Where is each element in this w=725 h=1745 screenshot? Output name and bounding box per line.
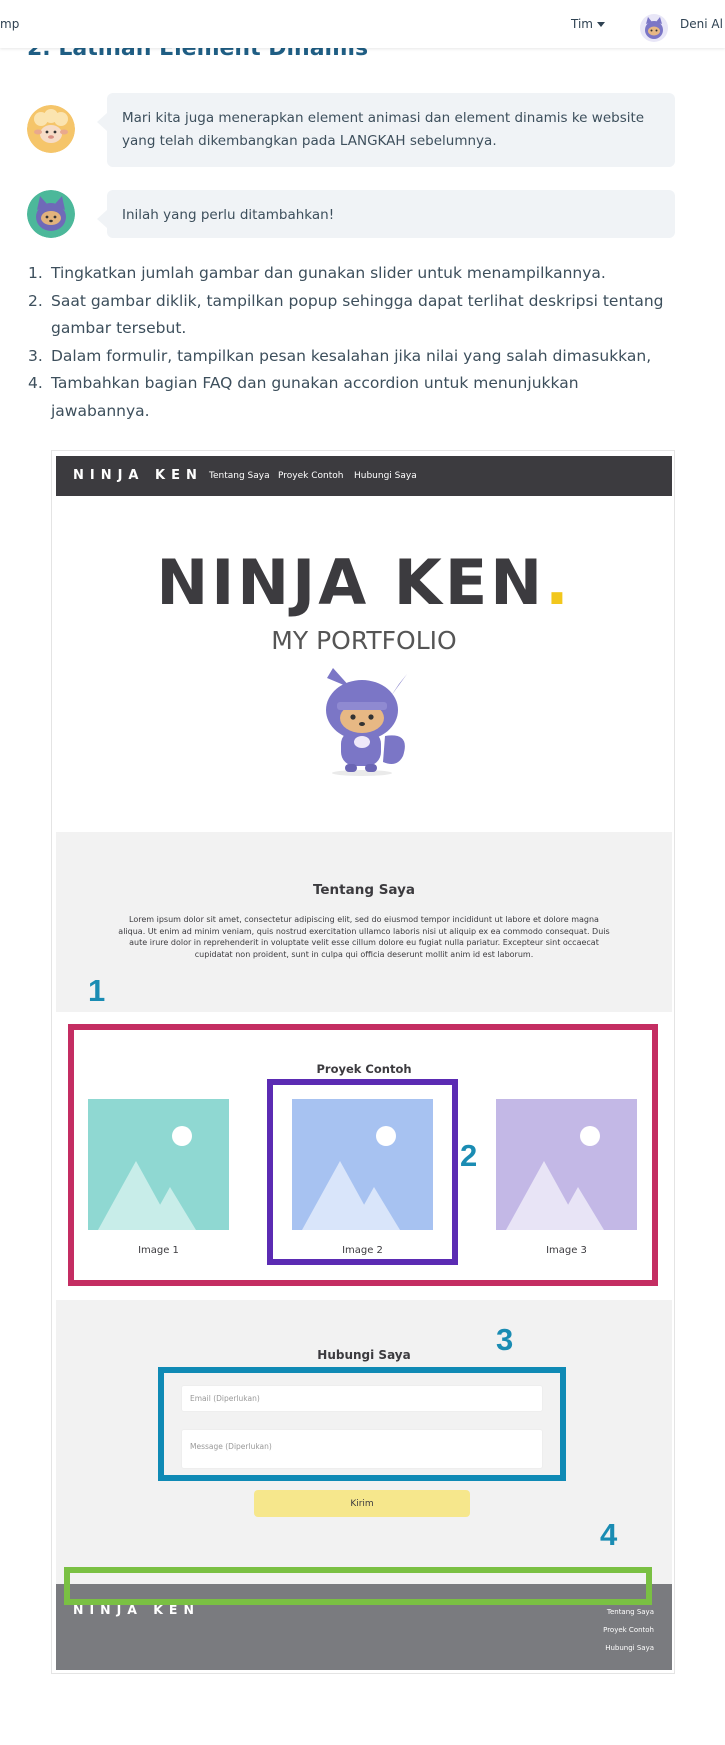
annotation-box-2 <box>267 1079 458 1265</box>
preview-footer-link: Hubungi Saya <box>605 1644 654 1652</box>
preview-hero-subtitle: MY PORTFOLIO <box>271 626 457 655</box>
list-item: 3. Dalam formulir, tampilkan pesan kesala… <box>28 343 678 371</box>
chat-bubble: Mari kita juga menerapkan element animas… <box>97 93 675 167</box>
annotation-number: 2 <box>460 1138 478 1173</box>
preview-submit-button: Kirim <box>254 1490 470 1517</box>
preview-footer-link: Tentang Saya <box>606 1608 654 1616</box>
annotation-number: 4 <box>600 1517 618 1552</box>
sheep-avatar <box>27 105 75 153</box>
steps-list: 1. Tingkatkan jumlah gambar dan gunakan s… <box>28 260 678 425</box>
team-menu-label: Tim <box>571 17 593 31</box>
chat-message: Mari kita juga menerapkan element animas… <box>27 93 675 171</box>
annotation-box-4 <box>64 1567 652 1605</box>
annotation-box-3 <box>158 1367 566 1481</box>
user-name[interactable]: Deni Al <box>680 17 723 31</box>
chat-bubble: Inilah yang perlu ditambahkan! <box>97 190 675 238</box>
preview-nav-link: Proyek Contoh <box>278 471 344 481</box>
step-number: 4. <box>28 374 43 392</box>
sheep-icon <box>27 105 75 153</box>
team-menu[interactable]: Tim <box>571 17 605 31</box>
annotation-number: 1 <box>88 973 106 1008</box>
step-number: 2. <box>28 291 43 310</box>
ninja-cat-mascot-icon <box>326 668 407 776</box>
list-item: 1. Tingkatkan jumlah gambar dan gunakan s… <box>28 260 678 288</box>
preview-contact-heading: Hubungi Saya <box>317 1348 411 1362</box>
preview-hero-title: NINJA KEN. <box>52 546 676 619</box>
preview-about-heading: Tentang Saya <box>312 882 416 898</box>
preview-footer-link: Proyek Contoh <box>603 1626 654 1634</box>
chat-message: Inilah yang perlu ditambahkan! <box>27 190 675 240</box>
step-text: Tingkatkan jumlah gambar dan gunakan sli… <box>51 264 606 282</box>
preview-hero-title-text: NINJA KEN <box>156 546 546 619</box>
preview-nav-link: Tentang Saya <box>209 471 270 481</box>
preview-hero-dot: . <box>545 546 572 619</box>
topbar-left-link[interactable]: mp <box>0 17 19 31</box>
step-text: Tambahkan bagian FAQ dan gunakan accordi… <box>51 374 579 420</box>
preview-navbar: NINJA KEN Tentang Saya Proyek Contoh Hub… <box>56 456 672 496</box>
preview-about-section: Tentang Saya Lorem ipsum dolor sit amet,… <box>56 832 672 1012</box>
annotation-number: 3 <box>496 1322 514 1357</box>
ninja-cat-avatar-icon <box>645 17 663 39</box>
step-text: Saat gambar diklik, tampilkan popup sehi… <box>51 291 664 338</box>
ninja-cat-icon <box>27 190 75 238</box>
chevron-down-icon <box>596 22 605 27</box>
ninja-cat-avatar <box>27 190 75 238</box>
list-item: 4. Tambahkan bagian FAQ dan gunakan accor… <box>28 370 678 425</box>
top-navbar: mp Tim Deni Al <box>0 0 725 48</box>
step-text: Dalam formulir, tampilkan pesan kesalaha… <box>51 346 652 365</box>
step-number: 1. <box>28 264 43 282</box>
preview-about-text: Lorem ipsum dolor sit amet, consectetur … <box>118 915 610 959</box>
preview-nav-link: Hubungi Saya <box>354 471 417 481</box>
list-item: 2. Saat gambar diklik, tampilkan popup se… <box>28 288 678 343</box>
step-number: 3. <box>28 346 43 365</box>
preview-nav-logo: NINJA KEN <box>73 468 203 483</box>
user-avatar[interactable] <box>640 14 668 42</box>
